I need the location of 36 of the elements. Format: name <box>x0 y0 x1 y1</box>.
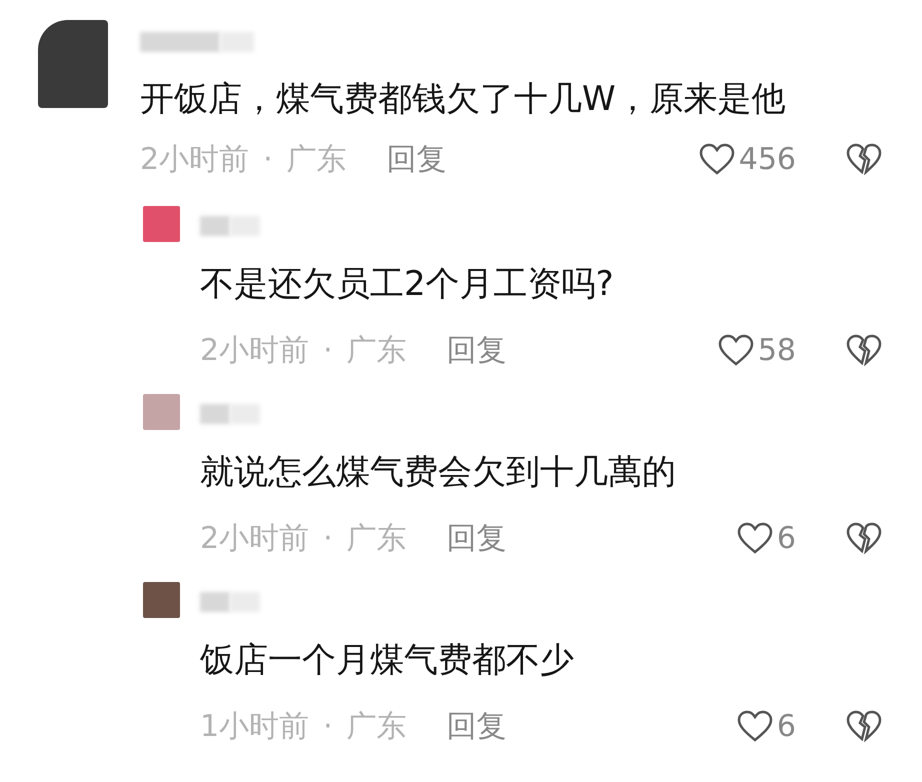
comment-time: 2小时前 <box>200 520 310 558</box>
comment-location: 广东 <box>286 140 347 178</box>
comment-time: 2小时前 <box>140 140 250 178</box>
like-count: 6 <box>776 520 796 556</box>
comment-location: 广东 <box>346 332 407 370</box>
comment-text: 就说怎么煤气费会欠到十几萬的 <box>200 451 677 494</box>
like-count: 6 <box>776 708 796 744</box>
comment-text: 不是还欠员工2个月工资吗? <box>200 263 615 306</box>
blurred-username <box>200 404 260 424</box>
reply-link[interactable]: 回复 <box>446 706 507 746</box>
broken-heart-icon[interactable] <box>846 522 882 554</box>
reply-link[interactable]: 回复 <box>386 138 447 180</box>
comment-text: 饭店一个月煤气费都不少 <box>200 639 575 682</box>
avatar[interactable] <box>38 20 108 108</box>
heart-icon[interactable] <box>698 143 735 175</box>
broken-heart-icon[interactable] <box>846 334 882 366</box>
separator-dot: · <box>323 520 333 556</box>
heart-icon[interactable] <box>718 334 754 366</box>
heart-icon[interactable] <box>736 710 773 742</box>
separator-dot: · <box>263 142 273 176</box>
comment-location: 广东 <box>346 708 407 746</box>
comment-text: 开饭店，煤气费都钱欠了十几W，原来是他 <box>140 78 787 121</box>
comment-time: 1小时前 <box>200 708 310 746</box>
heart-icon[interactable] <box>736 522 773 554</box>
separator-dot: · <box>323 708 333 744</box>
separator-dot: · <box>323 332 333 368</box>
comment-location: 广东 <box>346 520 407 558</box>
reply-link[interactable]: 回复 <box>446 518 507 558</box>
like-count: 456 <box>738 142 796 176</box>
blurred-username <box>200 216 260 236</box>
like-count: 58 <box>758 332 796 368</box>
comment-time: 2小时前 <box>200 332 310 370</box>
broken-heart-icon[interactable] <box>846 143 882 175</box>
blurred-username <box>200 592 260 612</box>
broken-heart-icon[interactable] <box>846 710 882 742</box>
reply-link[interactable]: 回复 <box>446 330 507 370</box>
